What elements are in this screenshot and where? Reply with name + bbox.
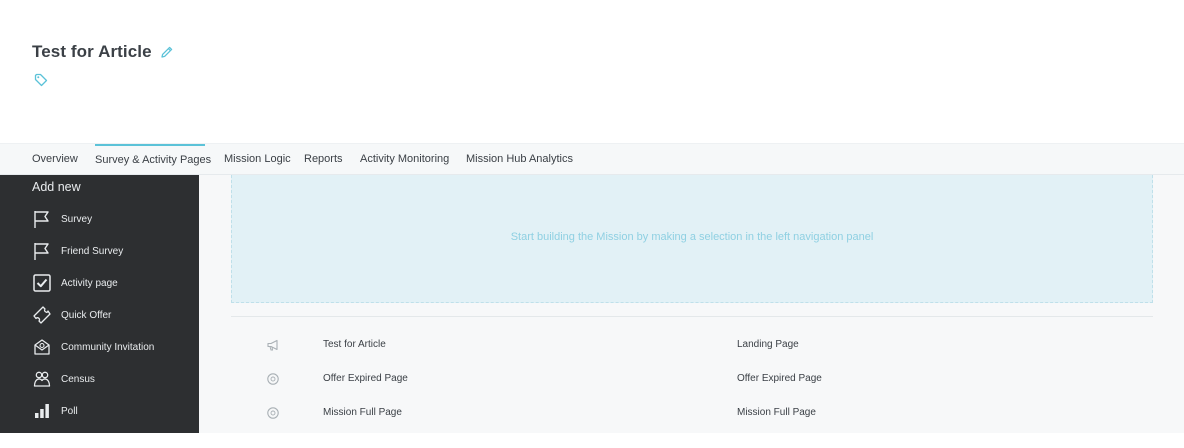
tab-reports[interactable]: Reports <box>304 144 343 175</box>
sidebar-item-label: Community Invitation <box>61 341 155 353</box>
page-row[interactable]: Offer Expired Page Offer Expired Page <box>231 363 1153 397</box>
sidebar-heading: Add new <box>32 180 81 194</box>
page-type: Mission Full Page <box>737 407 816 418</box>
tab-mission-hub-analytics[interactable]: Mission Hub Analytics <box>466 144 573 175</box>
page-type: Landing Page <box>737 339 799 350</box>
sidebar-item-quick-offer[interactable]: Quick Offer <box>32 303 192 327</box>
sidebar-item-community-invitation[interactable]: Community Invitation <box>32 335 192 359</box>
page-name: Test for Article <box>323 339 386 350</box>
title-row: Test for Article <box>32 42 174 62</box>
pencil-icon[interactable] <box>160 45 174 59</box>
sidebar-item-label: Activity page <box>61 277 118 289</box>
flag-icon <box>34 243 49 260</box>
sidebar-item-friend-survey[interactable]: Friend Survey <box>32 239 192 263</box>
circle-icon <box>267 407 279 419</box>
sidebar-item-label: Friend Survey <box>61 245 124 257</box>
ticket-icon <box>33 306 51 324</box>
tab-overview[interactable]: Overview <box>32 144 78 175</box>
people-icon <box>33 371 51 387</box>
sidebar-item-survey[interactable]: Survey <box>32 207 192 231</box>
flag-icon <box>34 211 49 228</box>
megaphone-icon <box>267 339 278 351</box>
sidebar-item-label: Census <box>61 373 95 385</box>
empty-state-text: Start building the Mission by making a s… <box>510 231 874 243</box>
mission-header: Test for Article <box>0 0 1184 143</box>
sidebar-item-census[interactable]: Census <box>32 367 192 391</box>
sidebar-item-label: Poll <box>61 405 78 417</box>
tag-icon[interactable] <box>34 73 48 87</box>
sidebar-item-label: Survey <box>61 213 93 225</box>
page-type: Offer Expired Page <box>737 373 822 384</box>
sidebar: Add new Survey Friend Survey Activity pa… <box>0 175 199 433</box>
page-row[interactable]: Test for Article Landing Page <box>231 329 1153 363</box>
bar-chart-icon <box>35 404 49 418</box>
empty-state-banner: Start building the Mission by making a s… <box>231 175 1153 303</box>
page-row[interactable]: Mission Full Page Mission Full Page <box>231 397 1153 431</box>
tab-activity-monitoring[interactable]: Activity Monitoring <box>360 144 449 175</box>
envelope-icon <box>34 339 50 355</box>
checkbox-icon <box>33 274 51 292</box>
divider <box>231 316 1153 317</box>
page-title: Test for Article <box>32 42 152 61</box>
tab-bar: Overview Survey & Activity Pages Mission… <box>0 143 1184 175</box>
page-name: Mission Full Page <box>323 407 402 418</box>
main-content: Start building the Mission by making a s… <box>199 175 1184 433</box>
bottom-strip <box>0 433 1184 448</box>
sidebar-item-poll[interactable]: Poll <box>32 399 192 423</box>
tab-survey-activity-pages[interactable]: Survey & Activity Pages <box>95 144 211 175</box>
sidebar-item-label: Quick Offer <box>61 309 112 321</box>
tab-mission-logic[interactable]: Mission Logic <box>224 144 291 175</box>
circle-icon <box>267 373 279 385</box>
sidebar-item-activity-page[interactable]: Activity page <box>32 271 192 295</box>
page-name: Offer Expired Page <box>323 373 408 384</box>
